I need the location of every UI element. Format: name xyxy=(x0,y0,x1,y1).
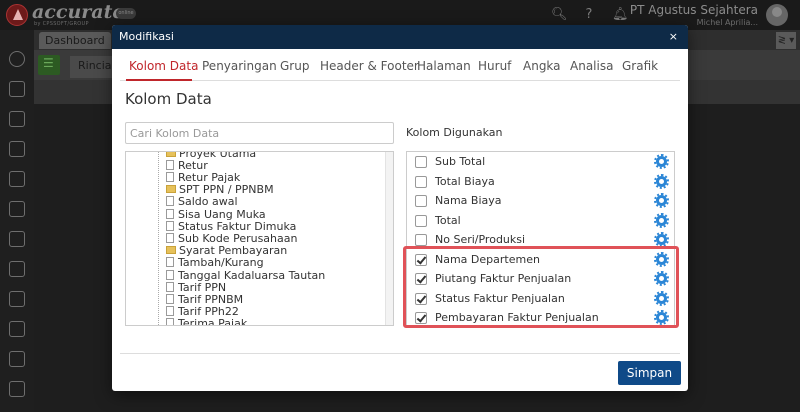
gear-icon[interactable] xyxy=(654,154,669,169)
company-info[interactable]: PT Agustus Sejahtera Michel Aprilia... xyxy=(630,3,758,27)
list-item[interactable]: Total Biaya xyxy=(407,172,674,192)
file-icon xyxy=(166,318,174,325)
checkbox-checked[interactable] xyxy=(415,273,427,285)
gear-icon[interactable] xyxy=(654,291,669,306)
checkbox[interactable] xyxy=(415,215,427,227)
menu-list-icon[interactable] xyxy=(38,55,60,75)
gear-icon[interactable] xyxy=(654,271,669,286)
list-item[interactable]: Piutang Faktur Penjualan xyxy=(407,269,674,289)
app-logo-text: accurate xyxy=(32,1,125,23)
file-icon xyxy=(166,172,174,182)
folder-icon xyxy=(166,152,176,157)
file-icon xyxy=(166,221,174,231)
online-badge: online xyxy=(116,8,136,19)
dialog-title: Modifikasi xyxy=(119,30,174,43)
dialog-header: Modifikasi × xyxy=(112,25,688,49)
file-icon xyxy=(166,209,174,219)
close-icon[interactable]: × xyxy=(669,25,678,49)
file-icon xyxy=(166,257,174,267)
tab-halaman[interactable]: Halaman xyxy=(417,59,471,73)
building-icon[interactable] xyxy=(9,111,25,127)
list-item[interactable]: Status Faktur Penjualan xyxy=(407,289,674,309)
dialog-tabs: Kolom Data Penyaringan Grup Header & Foo… xyxy=(120,49,680,81)
tab-grup[interactable]: Grup xyxy=(280,59,309,73)
cart-icon[interactable] xyxy=(9,231,25,247)
tree-item[interactable]: Saldo awal xyxy=(166,195,238,208)
tab-huruf[interactable]: Huruf xyxy=(478,59,511,73)
folder-icon xyxy=(166,185,176,193)
tree-scrollbar[interactable] xyxy=(385,152,393,325)
list-item[interactable]: Pembayaran Faktur Penjualan xyxy=(407,308,674,325)
tab-dashboard[interactable]: Dashboard xyxy=(39,32,111,49)
gear-icon[interactable] xyxy=(654,174,669,189)
used-columns-list: Sub Total Total Biaya Nama Biaya Total N… xyxy=(406,151,675,326)
gear-icon[interactable] xyxy=(654,232,669,247)
bell-icon[interactable]: 🔔︎ xyxy=(612,7,629,23)
file-icon xyxy=(166,294,174,304)
section-title: Kolom Data xyxy=(125,90,212,108)
tree-item[interactable]: Tambah/Kurang xyxy=(166,256,264,269)
company-name: PT Agustus Sejahtera xyxy=(629,3,758,17)
tree-connector xyxy=(158,152,159,325)
avatar[interactable] xyxy=(766,4,788,26)
tab-menu-button[interactable]: ≷ ▾ xyxy=(776,32,796,49)
checkbox[interactable] xyxy=(415,195,427,207)
gear-icon[interactable] xyxy=(654,193,669,208)
tab-grafik[interactable]: Grafik xyxy=(622,59,658,73)
file-icon xyxy=(166,270,174,280)
active-tab-indicator xyxy=(126,79,192,81)
tab-angka[interactable]: Angka xyxy=(523,59,561,73)
ledger-icon[interactable] xyxy=(9,141,25,157)
inventory-icon[interactable] xyxy=(9,261,25,277)
search-input[interactable] xyxy=(125,122,394,144)
file-icon xyxy=(166,196,174,206)
tab-penyaringan[interactable]: Penyaringan xyxy=(202,59,277,73)
file-icon xyxy=(166,282,174,292)
help-icon[interactable]: ? xyxy=(581,7,597,23)
file-icon xyxy=(166,160,174,170)
folder-icon xyxy=(166,246,176,254)
assets-icon[interactable] xyxy=(9,291,25,307)
payroll-icon[interactable] xyxy=(9,321,25,337)
receivable-icon[interactable] xyxy=(9,201,25,217)
used-columns-title: Kolom Digunakan xyxy=(406,126,503,139)
checkbox[interactable] xyxy=(415,156,427,168)
dashboard-icon[interactable] xyxy=(9,381,25,397)
gear-icon[interactable] xyxy=(654,213,669,228)
bank-icon[interactable] xyxy=(9,171,25,187)
list-item[interactable]: Nama Biaya xyxy=(407,191,674,211)
settings-icon[interactable] xyxy=(9,51,25,67)
save-button[interactable]: Simpan xyxy=(618,361,681,385)
report-icon[interactable] xyxy=(9,351,25,367)
checkbox[interactable] xyxy=(415,176,427,188)
list-item[interactable]: Nama Departemen xyxy=(407,250,674,270)
list-item[interactable]: No Seri/Produksi xyxy=(407,230,674,250)
accurate-logo-icon xyxy=(6,4,28,26)
tab-header-footer[interactable]: Header & Footer xyxy=(320,59,419,73)
dialog-divider xyxy=(120,353,680,354)
gear-icon[interactable] xyxy=(654,252,669,267)
list-item[interactable]: Total xyxy=(407,211,674,231)
checkbox[interactable] xyxy=(415,234,427,246)
search-icon[interactable]: 🔍︎ xyxy=(551,7,568,23)
tree-item[interactable]: Terima Pajak xyxy=(166,317,247,325)
sales-icon[interactable] xyxy=(9,81,25,97)
file-icon xyxy=(166,233,174,243)
gear-icon[interactable] xyxy=(654,310,669,325)
modify-dialog: Modifikasi × Kolom Data Penyaringan Grup… xyxy=(112,25,688,391)
app-logo-subtitle: by CPSSOFT/GROUP xyxy=(34,21,89,27)
available-columns-tree[interactable]: Proyek Utama Retur Retur Pajak SPT PPN /… xyxy=(125,151,394,326)
checkbox-checked[interactable] xyxy=(415,293,427,305)
tab-analisa[interactable]: Analisa xyxy=(570,59,613,73)
file-icon xyxy=(166,306,174,316)
list-item[interactable]: Sub Total xyxy=(407,152,674,172)
tab-kolom-data[interactable]: Kolom Data xyxy=(129,59,198,73)
checkbox-checked[interactable] xyxy=(415,254,427,266)
sidebar xyxy=(0,30,34,412)
checkbox-checked[interactable] xyxy=(415,312,427,324)
